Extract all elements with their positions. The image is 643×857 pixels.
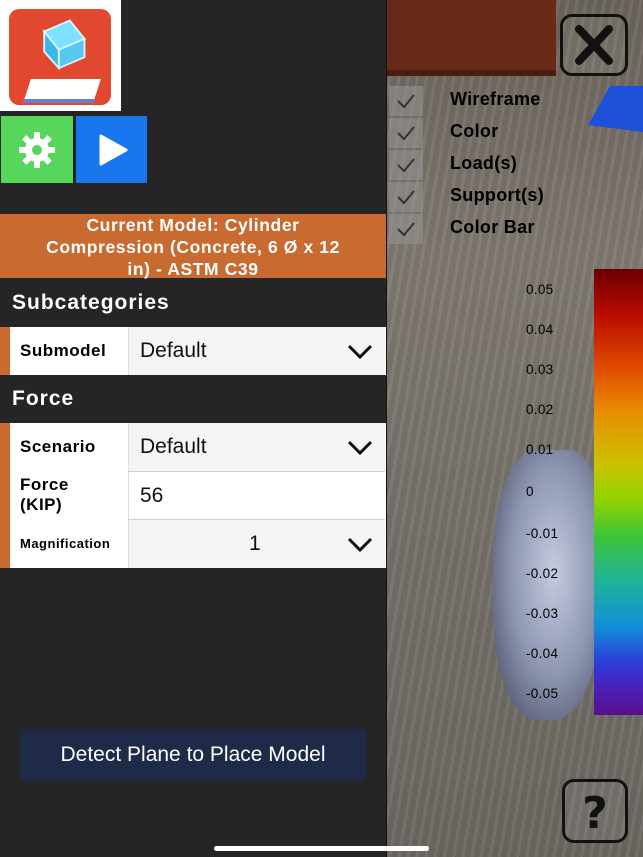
scenario-value: Default xyxy=(140,435,207,458)
force-label-line1: Force xyxy=(20,475,69,494)
chevron-down-icon xyxy=(347,344,373,360)
detect-plane-button[interactable]: Detect Plane to Place Model xyxy=(20,729,366,781)
current-model-banner: Current Model: Cylinder Compression (Con… xyxy=(0,214,386,279)
toggle-color-bar[interactable]: Color Bar xyxy=(389,214,549,244)
check-icon xyxy=(397,158,415,173)
logo-card xyxy=(9,9,111,105)
current-model-line1: Current Model: Cylinder xyxy=(86,215,300,235)
help-button[interactable]: ? xyxy=(562,779,628,843)
gear-icon xyxy=(19,131,55,168)
current-model-line2: Compression (Concrete, 6 Ø x 12 xyxy=(46,237,340,257)
settings-button[interactable] xyxy=(1,116,73,183)
submodel-value: Default xyxy=(140,339,207,362)
scenario-label: Scenario xyxy=(20,437,96,456)
check-icon xyxy=(397,190,415,205)
toggle-label: Wireframe xyxy=(450,89,541,109)
colorbar-tick: -0.04 xyxy=(526,646,559,661)
colorbar-tick: -0.01 xyxy=(526,526,559,541)
toggle-label: Color Bar xyxy=(450,217,535,237)
colorbar-tick: -0.02 xyxy=(526,566,559,581)
colorbar-tick: 0.01 xyxy=(526,442,554,457)
control-panel: Current Model: Cylinder Compression (Con… xyxy=(0,0,387,857)
toggle-wireframe[interactable]: Wireframe xyxy=(389,86,549,116)
magnification-value: 1 xyxy=(249,532,261,555)
toggle-loads[interactable]: Load(s) xyxy=(389,150,549,180)
person-in-view xyxy=(493,450,603,720)
force-label: Force (KIP) xyxy=(20,475,69,515)
chevron-down-icon xyxy=(347,537,373,553)
submodel-label: Submodel xyxy=(20,341,107,360)
force-value: 56 xyxy=(140,484,164,507)
submodel-row: Submodel Default xyxy=(0,327,386,375)
chevron-down-icon xyxy=(347,440,373,456)
checkbox[interactable] xyxy=(389,182,423,212)
colorbar-tick: -0.03 xyxy=(526,606,559,621)
colorbar-tick: 0.04 xyxy=(526,322,554,337)
toggle-label: Color xyxy=(450,121,499,141)
toggle-label: Support(s) xyxy=(450,185,544,205)
magnification-label: Magnification xyxy=(20,536,111,551)
logo-base xyxy=(23,79,101,103)
help-icon: ? xyxy=(582,788,608,839)
colorbar-tick: 0.03 xyxy=(526,362,554,377)
close-icon xyxy=(575,25,613,65)
colorbar-tick: -0.05 xyxy=(526,686,559,701)
scenario-select[interactable]: Default xyxy=(128,423,385,471)
color-bar xyxy=(594,269,643,715)
checkbox[interactable] xyxy=(389,214,423,244)
close-button[interactable] xyxy=(560,14,628,76)
checkbox[interactable] xyxy=(389,118,423,148)
current-model-line3: in) - ASTM C39 xyxy=(127,259,259,279)
colorbar-tick: 0.05 xyxy=(526,282,554,297)
colorbar-tick: 0 xyxy=(526,484,534,499)
checkbox[interactable] xyxy=(389,150,423,180)
submodel-select[interactable]: Default xyxy=(128,327,385,375)
subcategories-title: Subcategories xyxy=(12,291,170,314)
check-icon xyxy=(397,126,415,141)
toggle-label: Load(s) xyxy=(450,153,518,173)
play-button[interactable] xyxy=(76,116,147,183)
force-rows: Scenario Default Force (KIP) 56 Magnific… xyxy=(0,423,386,568)
force-input[interactable]: 56 xyxy=(128,472,385,519)
home-indicator[interactable] xyxy=(214,846,429,851)
colorbar-tick: 0.02 xyxy=(526,402,554,417)
force-label-line2: (KIP) xyxy=(20,495,63,514)
app-logo xyxy=(0,0,121,111)
svg-text:?: ? xyxy=(582,788,608,839)
force-title: Force xyxy=(12,387,75,410)
blue-object xyxy=(588,86,643,132)
desk-object xyxy=(386,0,556,76)
magnification-select[interactable]: 1 xyxy=(128,520,385,568)
toggle-color[interactable]: Color xyxy=(389,118,549,148)
check-icon xyxy=(397,94,415,109)
play-icon xyxy=(99,134,127,165)
cube-icon xyxy=(42,19,86,70)
check-icon xyxy=(397,222,415,237)
toggle-supports[interactable]: Support(s) xyxy=(389,182,549,212)
checkbox[interactable] xyxy=(389,86,423,116)
